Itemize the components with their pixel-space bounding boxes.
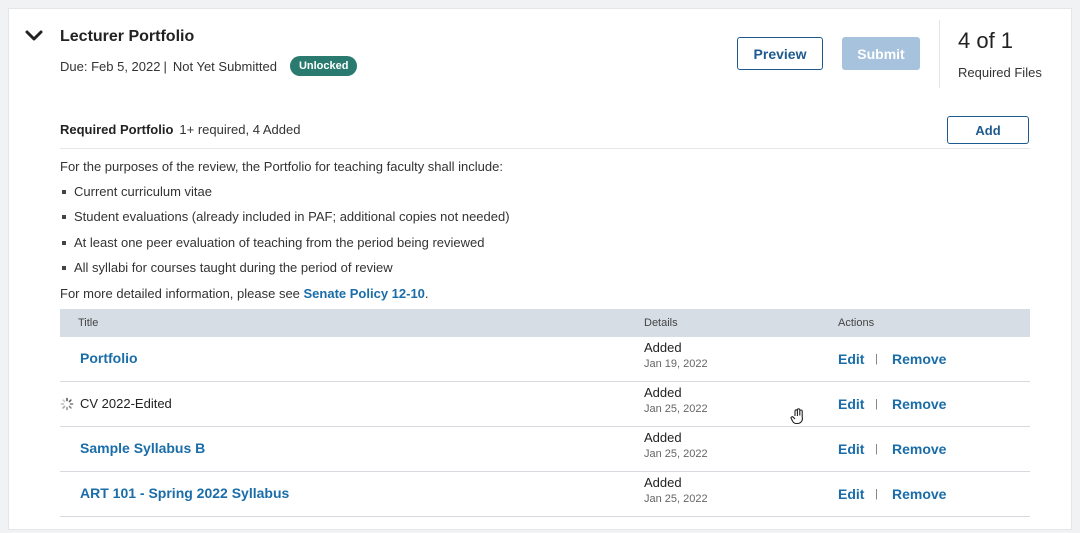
edit-link[interactable]: Edit [838,351,864,367]
file-title-link[interactable]: ART 101 - Spring 2022 Syllabus [80,485,289,501]
instruction-bullet: At least one peer evaluation of teaching… [60,235,484,250]
file-count-label: Required Files [958,65,1042,80]
action-separator: | [875,488,878,500]
table-row: Portfolio Added Jan 19, 2022 Edit | Remo… [60,337,1030,382]
file-status: Added [644,385,682,400]
action-separator: | [875,443,878,455]
edit-link[interactable]: Edit [838,396,864,412]
instruction-bullet: Student evaluations (already included in… [60,209,510,224]
status-badge: Unlocked [289,56,358,76]
file-date: Jan 25, 2022 [644,403,708,415]
meta-separator: | [163,58,167,74]
file-status: Added [644,475,682,490]
hand-cursor-icon [790,408,803,425]
instruction-bullet: Current curriculum vitae [60,184,212,199]
submit-button[interactable]: Submit [842,37,920,70]
bullet-icon [62,265,66,270]
file-date: Jan 25, 2022 [644,448,708,460]
table-row: CV 2022-Edited Added Jan 25, 2022 Edit |… [60,382,1030,427]
requirement-row: Required Portfolio 1+ required, 4 Added [60,122,300,137]
remove-link[interactable]: Remove [892,441,946,457]
add-button[interactable]: Add [947,116,1029,144]
chevron-down-icon[interactable] [24,28,44,44]
senate-policy-link[interactable]: Senate Policy 12-10 [304,286,425,301]
file-date: Jan 25, 2022 [644,493,708,505]
requirement-info: 1+ required, 4 Added [179,122,301,137]
column-header-actions: Actions [838,317,875,329]
row-divider [60,516,1030,517]
edit-link[interactable]: Edit [838,441,864,457]
bullet-icon [62,214,66,219]
bullet-text: Student evaluations (already included in… [74,209,510,224]
bullet-icon [62,189,66,194]
section-meta: Due: Feb 5, 2022 | Not Yet Submitted Unl… [60,56,358,76]
file-status: Added [644,340,682,355]
more-info: For more detailed information, please se… [60,286,429,301]
table-header: Title Details Actions [60,309,1030,337]
file-title-link[interactable]: Sample Syllabus B [80,440,205,456]
remove-link[interactable]: Remove [892,486,946,502]
section-title: Lecturer Portfolio [60,28,195,45]
submission-status: Not Yet Submitted [172,58,277,74]
more-info-prefix: For more detailed information, please se… [60,286,304,301]
loading-spinner-icon [60,397,74,410]
table-row: Sample Syllabus B Added Jan 25, 2022 Edi… [60,427,1030,472]
column-header-title[interactable]: Title [78,317,98,329]
action-separator: | [875,398,878,410]
instruction-bullet: All syllabi for courses taught during th… [60,260,393,275]
instructions-intro: For the purposes of the review, the Port… [60,159,503,174]
bullet-text: Current curriculum vitae [74,184,212,199]
file-count: 4 of 1 [958,28,1014,53]
table-row: ART 101 - Spring 2022 Syllabus Added Jan… [60,472,1030,517]
edit-link[interactable]: Edit [838,486,864,502]
file-status: Added [644,430,682,445]
action-separator: | [875,353,878,365]
file-title-text: CV 2022-Edited [80,396,172,411]
bullet-icon [62,240,66,245]
preview-button[interactable]: Preview [737,37,823,70]
column-header-details[interactable]: Details [644,317,678,329]
file-title-link[interactable]: Portfolio [80,350,138,366]
requirement-heading: Required Portfolio [60,122,174,137]
remove-link[interactable]: Remove [892,396,946,412]
remove-link[interactable]: Remove [892,351,946,367]
file-title: CV 2022-Edited [60,396,172,411]
due-date: Due: Feb 5, 2022 [60,58,161,74]
more-info-suffix: . [424,286,429,301]
file-date: Jan 19, 2022 [644,358,708,370]
bullet-text: At least one peer evaluation of teaching… [74,235,485,250]
header-divider [939,20,940,88]
divider [60,148,1030,149]
bullet-text: All syllabi for courses taught during th… [74,260,393,275]
